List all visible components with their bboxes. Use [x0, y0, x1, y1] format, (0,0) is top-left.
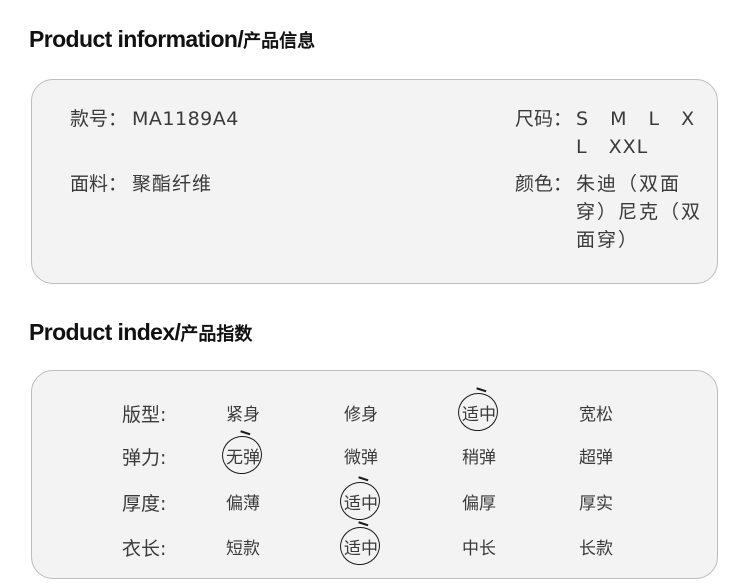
index-option-selected: 适中 [336, 523, 385, 569]
index-option: 修身 [344, 404, 378, 425]
product-information-title-cn: 产品信息 [243, 31, 316, 52]
index-option: 宽松 [579, 404, 613, 425]
index-option: 超弹 [579, 447, 613, 468]
index-row-label: 厚度: [122, 493, 167, 515]
product-index-title-en: Product index/ [29, 319, 181, 345]
fabric-label: 面料： [70, 173, 128, 195]
index-option: 长款 [579, 538, 613, 559]
index-option: 微弹 [344, 447, 378, 468]
style-number-label: 款号： [70, 108, 128, 130]
product-index-title: Product index/产品指数 [29, 319, 252, 346]
size-label: 尺码： [515, 108, 573, 130]
index-option: 紧身 [226, 404, 260, 425]
color-label: 颜色： [515, 173, 573, 195]
fabric-value: 聚酯纤维 [132, 173, 213, 195]
index-option: 厚实 [579, 493, 613, 514]
index-option: 中长 [462, 538, 496, 559]
color-value: 朱迪（双面穿）尼克（双面穿） [576, 173, 703, 251]
index-option: 偏薄 [226, 493, 260, 514]
index-row-label: 弹力: [122, 447, 167, 469]
product-index-title-cn: 产品指数 [180, 324, 253, 345]
product-index-card: 版型: 紧身 修身 适中 宽松 弹力: 无弹 微弹 稍弹 超弹 厚度: 偏薄 适… [31, 370, 718, 579]
index-option-selected: 适中 [454, 389, 503, 435]
size-value: S M L X L XXL [576, 108, 696, 158]
index-option: 短款 [226, 538, 260, 559]
index-row-label: 版型: [122, 404, 167, 426]
index-option-selected: 无弹 [218, 432, 267, 478]
index-option: 稍弹 [462, 447, 496, 468]
product-information-title: Product information/产品信息 [29, 26, 315, 53]
product-information-title-en: Product information/ [29, 26, 244, 52]
style-number-value: MA1189A4 [132, 108, 239, 130]
index-option-selected: 适中 [336, 478, 385, 524]
index-option: 偏厚 [462, 493, 496, 514]
index-row-label: 衣长: [122, 538, 167, 560]
product-information-card: 款号： MA1189A4 面料： 聚酯纤维 尺码： S M L X L XXL … [31, 79, 718, 284]
